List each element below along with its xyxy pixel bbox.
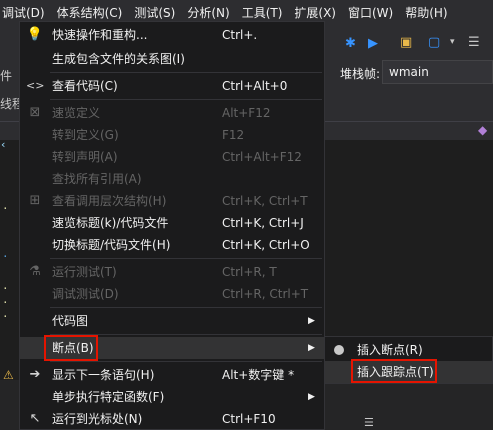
code-fragment: ·	[2, 310, 9, 323]
run-test-icon: ⚗	[29, 264, 41, 279]
menu-item-peek-header[interactable]: 速览标题(k)/代码文件 Ctrl+K, Ctrl+J	[20, 212, 324, 234]
code-fragment: ·	[2, 250, 9, 263]
code-fragment: ·	[2, 282, 9, 295]
menu-separator	[50, 307, 322, 308]
submenu-item-insert-breakpoint[interactable]: 插入断点(R)	[325, 339, 492, 361]
menu-item-show-next-statement[interactable]: ➔ 显示下一条语句(H) Alt+数字键 *	[20, 364, 324, 386]
stack-frame-label: 堆栈帧:	[340, 67, 381, 81]
clear-icon[interactable]: ☰	[364, 416, 374, 429]
lightbulb-icon: 💡	[26, 27, 44, 42]
arrow-right-icon: ➔	[29, 367, 41, 382]
menu-item-quick-actions[interactable]: 💡 快速操作和重构... Ctrl+.	[20, 24, 324, 46]
code-fragment: ·	[2, 202, 9, 215]
code-fragment: ‹	[0, 138, 7, 151]
process-fragment: 件	[0, 69, 13, 83]
code-fragment: ·	[2, 296, 9, 309]
menu-window[interactable]: 窗口(W)	[342, 0, 399, 27]
submenu-arrow-icon: ▶	[308, 392, 315, 402]
menu-separator	[50, 99, 322, 100]
submenu-arrow-icon: ▶	[308, 343, 315, 353]
code-brackets-icon: <>	[26, 79, 45, 92]
menu-help[interactable]: 帮助(H)	[399, 0, 453, 27]
dropdown-icon[interactable]: ▾	[450, 37, 455, 47]
breakpoint-submenu: 插入断点(R) 插入跟踪点(T)	[324, 336, 493, 384]
menu-item-find-all-references[interactable]: 查找所有引用(A)	[20, 168, 324, 190]
menu-item-peek-definition[interactable]: ⊠ 速览定义 Alt+F12	[20, 102, 324, 124]
stack-frame-dropdown[interactable]: wmain	[382, 60, 493, 84]
annotation-highlight-box	[351, 359, 437, 383]
menu-item-go-to-definition[interactable]: 转到定义(G) F12	[20, 124, 324, 146]
menu-separator	[50, 72, 322, 73]
call-hierarchy-icon: ⊞	[29, 193, 41, 208]
peek-definition-icon: ⊠	[29, 105, 41, 120]
menu-item-toggle-header[interactable]: 切换标题/代码文件(H) Ctrl+K, Ctrl+O	[20, 234, 324, 256]
menu-item-debug-tests[interactable]: 调试测试(D) Ctrl+R, Ctrl+T	[20, 283, 324, 305]
menu-separator	[50, 258, 322, 259]
menu-item-run-to-cursor[interactable]: ↖ 运行到光标处(N) Ctrl+F10	[20, 408, 324, 430]
menu-item-step-into-specific[interactable]: 单步执行特定函数(F) ▶	[20, 386, 324, 408]
warning-icon: ⚠	[3, 368, 14, 382]
menu-item-run-tests[interactable]: ⚗ 运行测试(T) Ctrl+R, T	[20, 261, 324, 283]
step-icon[interactable]: ✱	[345, 36, 356, 51]
folder-icon[interactable]: ▣	[400, 35, 412, 50]
cursor-icon: ↖	[29, 411, 41, 426]
breakpoint-dot-icon	[334, 345, 344, 355]
window-icon[interactable]: ▢	[428, 35, 440, 50]
editor-context-menu: 💡 快速操作和重构... Ctrl+. 生成包含文件的关系图(I) <> 查看代…	[19, 21, 325, 430]
submenu-arrow-icon: ▶	[308, 316, 315, 326]
menu-item-go-to-declaration[interactable]: 转到声明(A) Ctrl+Alt+F12	[20, 146, 324, 168]
menu-separator	[50, 361, 322, 362]
cube-icon[interactable]: ◆	[478, 123, 487, 137]
toolbar-options-icon[interactable]: ☰	[468, 35, 480, 50]
menu-item-generate-include-graph[interactable]: 生成包含文件的关系图(I)	[20, 48, 324, 70]
annotation-highlight-box	[44, 335, 98, 361]
menu-item-view-code[interactable]: <> 查看代码(C) Ctrl+Alt+0	[20, 75, 324, 97]
menu-item-code-map[interactable]: 代码图 ▶	[20, 310, 324, 332]
menu-item-view-call-hierarchy[interactable]: ⊞ 查看调用层次结构(H) Ctrl+K, Ctrl+T	[20, 190, 324, 212]
step-over-icon[interactable]: ▶︎	[368, 36, 378, 51]
